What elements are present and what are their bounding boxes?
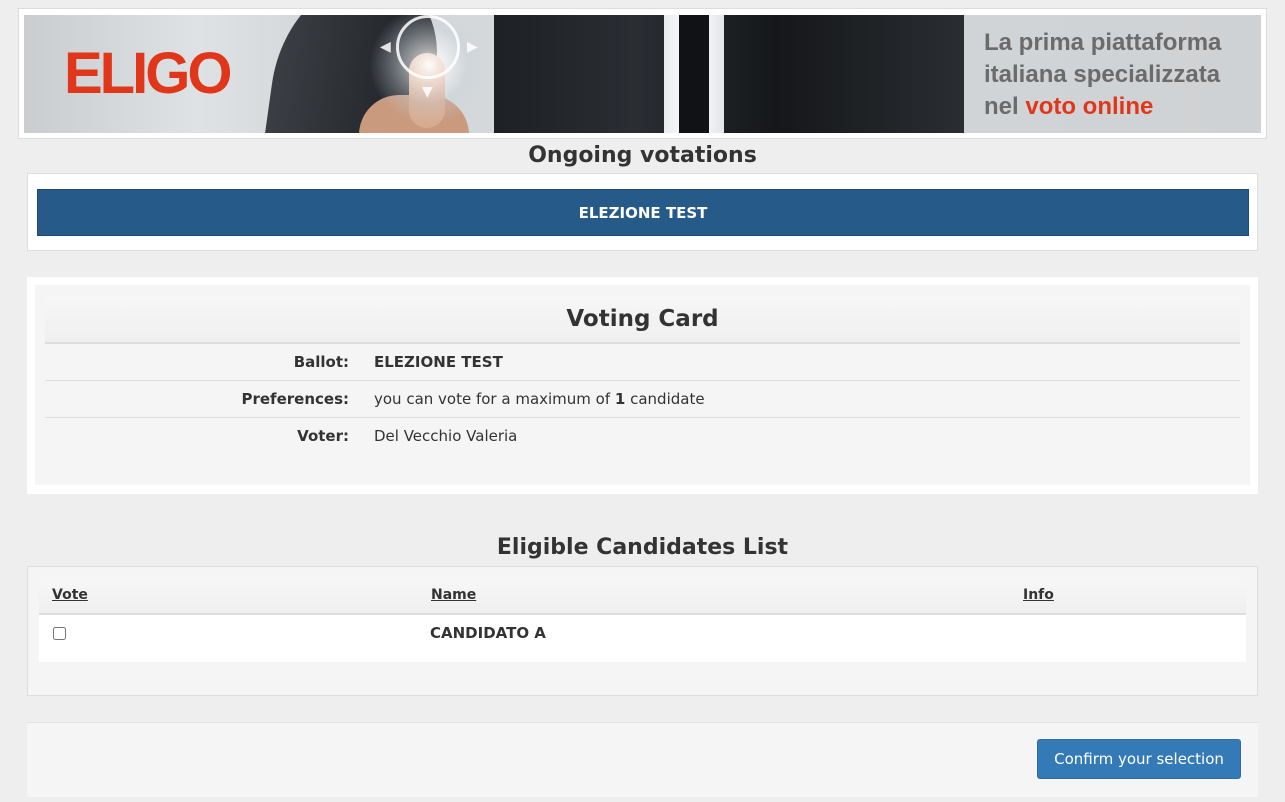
confirm-selection-button[interactable]: Confirm your selection xyxy=(1037,739,1241,779)
banner-tie-shape xyxy=(679,15,709,133)
voting-card-row-ballot: Ballot: ELEZIONE TEST xyxy=(45,344,1240,381)
arrow-right-icon: ▶ xyxy=(467,39,478,55)
tagline-line-3: nel voto online xyxy=(984,91,1261,123)
voting-card-row-preferences: Preferences: you can vote for a maximum … xyxy=(45,381,1240,418)
preferences-prefix: you can vote for a maximum of xyxy=(374,390,615,408)
header-banner: ◀ ▶ ▼ ELIGO La prima piattaforma italian… xyxy=(24,15,1261,133)
voter-label: Voter: xyxy=(297,427,349,445)
preferences-value: you can vote for a maximum of 1 candidat… xyxy=(374,390,705,408)
eligo-logo: ELIGO xyxy=(64,41,232,106)
candidates-list-title: Eligible Candidates List xyxy=(496,535,789,560)
candidates-table: Vote Name Info CANDIDATO A xyxy=(39,578,1246,662)
tagline-line-3-highlight: voto online xyxy=(1025,93,1154,120)
voting-card-body: Voting Card Ballot: ELEZIONE TEST Prefer… xyxy=(35,285,1250,485)
banner-touch-ring xyxy=(396,15,460,79)
candidates-panel: Vote Name Info CANDIDATO A xyxy=(27,566,1258,696)
column-header-vote[interactable]: Vote xyxy=(52,587,88,603)
tagline-line-2: italiana specializzata xyxy=(984,61,1221,88)
ongoing-votations-title: Ongoing votations xyxy=(528,143,757,168)
table-row: CANDIDATO A xyxy=(39,615,1246,662)
preferences-suffix: candidate xyxy=(625,390,705,408)
voting-card-row-voter: Voter: Del Vecchio Valeria xyxy=(45,418,1240,454)
candidates-table-header: Vote Name Info xyxy=(39,578,1246,615)
ballot-value: ELEZIONE TEST xyxy=(374,353,503,371)
voting-card-panel: Voting Card Ballot: ELEZIONE TEST Prefer… xyxy=(27,277,1258,494)
voter-value: Del Vecchio Valeria xyxy=(374,427,518,445)
page: ◀ ▶ ▼ ELIGO La prima piattaforma italian… xyxy=(0,0,1285,802)
candidate-name: CANDIDATO A xyxy=(430,624,546,642)
preferences-label: Preferences: xyxy=(241,390,349,408)
arrow-left-icon: ◀ xyxy=(380,39,391,55)
voting-card-title: Voting Card xyxy=(45,296,1240,344)
tagline-line-3-prefix: nel xyxy=(984,93,1026,120)
banner-tagline: La prima piattaforma italiana specializz… xyxy=(984,27,1261,123)
ongoing-votations-panel: ELEZIONE TEST xyxy=(27,173,1258,251)
votation-item-elezione-test[interactable]: ELEZIONE TEST xyxy=(37,189,1249,236)
preferences-count: 1 xyxy=(614,390,626,408)
ballot-label: Ballot: xyxy=(293,353,349,371)
arrow-down-icon: ▼ xyxy=(422,84,433,100)
banner-suit-shape xyxy=(494,15,964,133)
tagline-line-1: La prima piattaforma xyxy=(984,29,1222,56)
column-header-info[interactable]: Info xyxy=(1023,587,1054,603)
column-header-name[interactable]: Name xyxy=(431,587,476,603)
vote-checkbox[interactable] xyxy=(53,627,66,640)
form-footer: Confirm your selection xyxy=(27,722,1258,797)
header-banner-frame: ◀ ▶ ▼ ELIGO La prima piattaforma italian… xyxy=(18,8,1267,139)
